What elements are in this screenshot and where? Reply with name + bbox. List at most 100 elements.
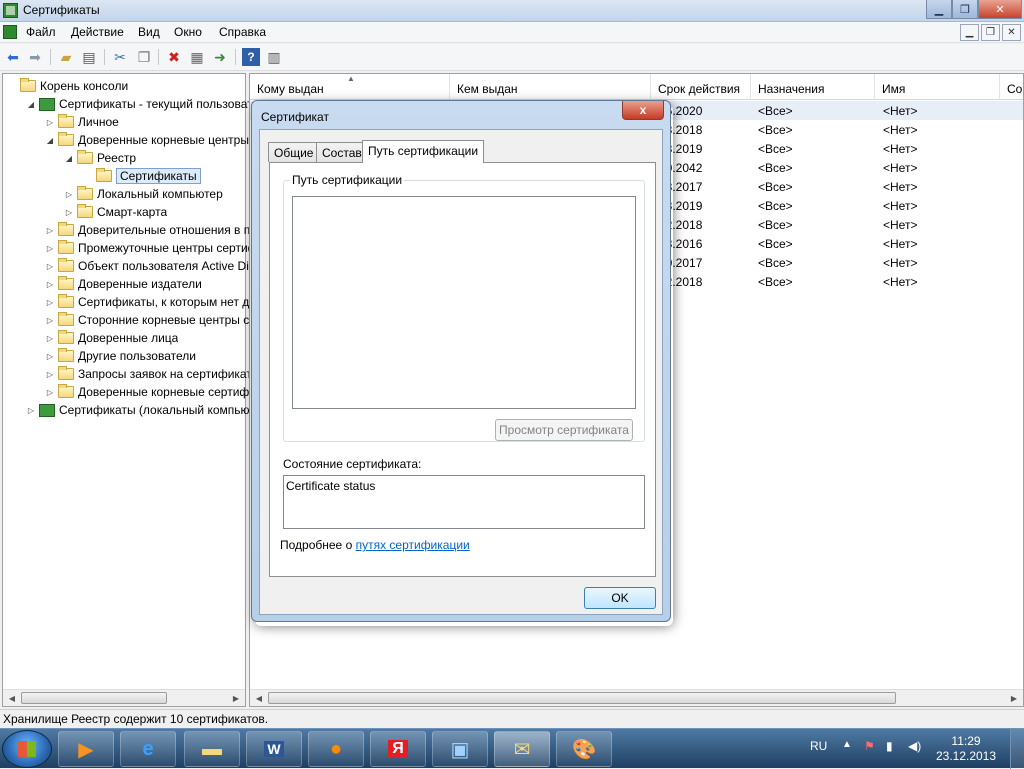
clock[interactable]: 11:29 23.12.2013 — [930, 734, 1002, 764]
tree-item[interactable]: ▷ Доверенные издатели — [45, 275, 202, 293]
collapsed-arrow-icon[interactable]: ▷ — [45, 316, 55, 325]
export-icon[interactable]: ➜ — [211, 48, 229, 66]
paint-icon[interactable]: 🎨 — [556, 731, 612, 767]
expanded-arrow-icon[interactable]: ◢ — [64, 154, 74, 163]
properties-icon[interactable]: ▦ — [188, 48, 206, 66]
tree-item[interactable]: ▷ Другие пользователи — [45, 347, 196, 365]
scroll-left-icon[interactable]: ◀ — [5, 692, 19, 704]
tree-item[interactable]: ▷ Промежуточные центры сертиф — [45, 239, 258, 257]
action-center-icon[interactable]: ⚑ — [864, 739, 875, 753]
back-icon[interactable]: ⬅ — [4, 48, 22, 66]
tree-item[interactable]: ▷ Сертификаты (локальный компьюте — [26, 401, 261, 419]
tree-item[interactable]: ▷ Запросы заявок на сертификат — [45, 365, 252, 383]
tree-item[interactable]: ▷ Смарт-карта — [64, 203, 167, 221]
expanded-arrow-icon[interactable]: ◢ — [26, 100, 36, 109]
tree-item[interactable]: ▷ Личное — [45, 113, 119, 131]
minimize-button[interactable]: ▁ — [926, 0, 952, 19]
close-button[interactable]: ✕ — [978, 0, 1022, 19]
collapsed-arrow-icon[interactable]: ▷ — [45, 226, 55, 235]
network-app-icon[interactable]: ▣ — [432, 731, 488, 767]
console-document-icon[interactable] — [3, 25, 17, 39]
collapsed-arrow-icon[interactable]: ▷ — [64, 190, 74, 199]
view-certificate-button[interactable]: Просмотр сертификата — [495, 419, 633, 441]
up-folder-icon[interactable]: ▰ — [57, 48, 75, 66]
mdi-minimize-button[interactable]: ▁ — [960, 24, 979, 41]
tree-item[interactable]: ▷ Локальный компьютер — [64, 185, 223, 203]
maximize-button[interactable]: ❐ — [952, 0, 978, 19]
collapsed-arrow-icon[interactable]: ▷ — [64, 208, 74, 217]
column-status[interactable]: Со — [1000, 74, 1023, 100]
menu-help[interactable]: Справка — [219, 25, 266, 39]
show-action-pane-icon[interactable]: ▥ — [265, 48, 283, 66]
file-explorer-icon[interactable]: ▬ — [184, 731, 240, 767]
tree-item[interactable]: ▷ Сторонние корневые центры сер — [45, 311, 263, 329]
tree-scroll-thumb[interactable] — [21, 692, 167, 704]
tree-item[interactable]: Корень консоли — [7, 77, 128, 95]
menu-view[interactable]: Вид — [138, 25, 160, 39]
tab-general[interactable]: Общие — [268, 142, 320, 162]
volume-icon[interactable]: ◀) — [908, 739, 921, 753]
firefox-icon[interactable]: ● — [308, 731, 364, 767]
certification-path-link[interactable]: путях сертификации — [356, 538, 470, 552]
column-issued-to[interactable]: ▲ Кому выдан — [250, 74, 450, 100]
language-indicator[interactable]: RU — [810, 739, 827, 753]
tree-item[interactable]: ▷ Сертификаты, к которым нет дов — [45, 293, 262, 311]
console-tree[interactable]: Корень консоли ◢ Сертификаты - текущий пол… — [2, 73, 272, 707]
tree-item[interactable]: ◢ Доверенные корневые центры с — [45, 131, 258, 149]
tab-details[interactable]: Состав — [316, 142, 368, 162]
tree-item[interactable]: ▷ Доверенные корневые сертифик — [45, 383, 261, 401]
scroll-right-icon[interactable]: ▶ — [229, 692, 243, 704]
mdi-close-button[interactable]: ✕ — [1002, 24, 1021, 41]
mdi-restore-button[interactable]: ❐ — [981, 24, 1000, 41]
collapsed-arrow-icon[interactable]: ▷ — [45, 334, 55, 343]
column-name[interactable]: Имя — [875, 74, 1000, 100]
expanded-arrow-icon[interactable]: ◢ — [45, 136, 55, 145]
ok-button[interactable]: OK — [584, 587, 656, 609]
certification-path-tree[interactable] — [292, 196, 636, 409]
copy-icon[interactable]: ❐ — [135, 48, 153, 66]
menu-window[interactable]: Окно — [174, 25, 202, 39]
tree-item[interactable]: ◢ Реестр — [64, 149, 136, 167]
start-button[interactable] — [2, 730, 52, 768]
collapsed-arrow-icon[interactable]: ▷ — [45, 388, 55, 397]
tree-item[interactable]: ▷ Доверенные лица — [45, 329, 178, 347]
scroll-left-icon[interactable]: ◀ — [252, 692, 266, 704]
tree-horizontal-scrollbar[interactable]: ◀ ▶ — [3, 689, 245, 706]
help-icon[interactable]: ? — [242, 48, 260, 66]
tree-item[interactable]: ◢ Сертификаты - текущий пользователь — [26, 95, 272, 113]
collapsed-arrow-icon[interactable]: ▷ — [45, 370, 55, 379]
tree-item[interactable]: ▷ Объект пользователя Active Dire — [45, 257, 260, 275]
collapsed-arrow-icon[interactable]: ▷ — [45, 352, 55, 361]
column-issued-by[interactable]: Кем выдан — [450, 74, 651, 100]
internet-explorer-icon[interactable]: e — [120, 731, 176, 767]
forward-icon[interactable]: ➡ — [26, 48, 44, 66]
yandex-icon[interactable]: Я — [370, 731, 426, 767]
collapsed-arrow-icon[interactable]: ▷ — [45, 280, 55, 289]
tree-item[interactable]: ▷ Доверительные отношения в пр — [45, 221, 257, 239]
column-purposes[interactable]: Назначения — [751, 74, 875, 100]
media-player-icon[interactable]: ▶ — [58, 731, 114, 767]
menu-file[interactable]: Файл — [26, 25, 56, 39]
show-desktop-button[interactable] — [1010, 729, 1024, 769]
show-hide-tree-icon[interactable]: ▤ — [80, 48, 98, 66]
collapsed-arrow-icon[interactable]: ▷ — [45, 118, 55, 127]
menu-action[interactable]: Действие — [71, 25, 124, 39]
word-icon[interactable]: W — [246, 731, 302, 767]
network-icon[interactable]: ▮ — [886, 739, 893, 753]
tab-certification-path[interactable]: Путь сертификации — [362, 140, 485, 163]
collapsed-arrow-icon[interactable]: ▷ — [26, 406, 36, 415]
collapsed-arrow-icon[interactable]: ▷ — [45, 244, 55, 253]
collapsed-arrow-icon[interactable]: ▷ — [45, 262, 55, 271]
list-horizontal-scrollbar[interactable]: ◀ ▶ — [250, 689, 1023, 706]
certificates-icon[interactable]: ✉ — [494, 731, 550, 767]
list-scroll-thumb[interactable] — [268, 692, 896, 704]
tree-item[interactable]: Сертификаты — [83, 167, 201, 185]
collapsed-arrow-icon[interactable]: ▷ — [45, 298, 55, 307]
cut-icon[interactable]: ✂ — [111, 48, 129, 66]
dialog-close-button[interactable]: x — [622, 101, 664, 120]
tray-arrow-icon[interactable]: ▲ — [842, 739, 852, 750]
scroll-right-icon[interactable]: ▶ — [1007, 692, 1021, 704]
column-expiry[interactable]: Срок действия — [651, 74, 751, 100]
certificate-status-box[interactable]: Certificate status — [283, 475, 645, 529]
window-titlebar[interactable]: Сертификаты ▁ ❐ ✕ — [0, 0, 1024, 22]
